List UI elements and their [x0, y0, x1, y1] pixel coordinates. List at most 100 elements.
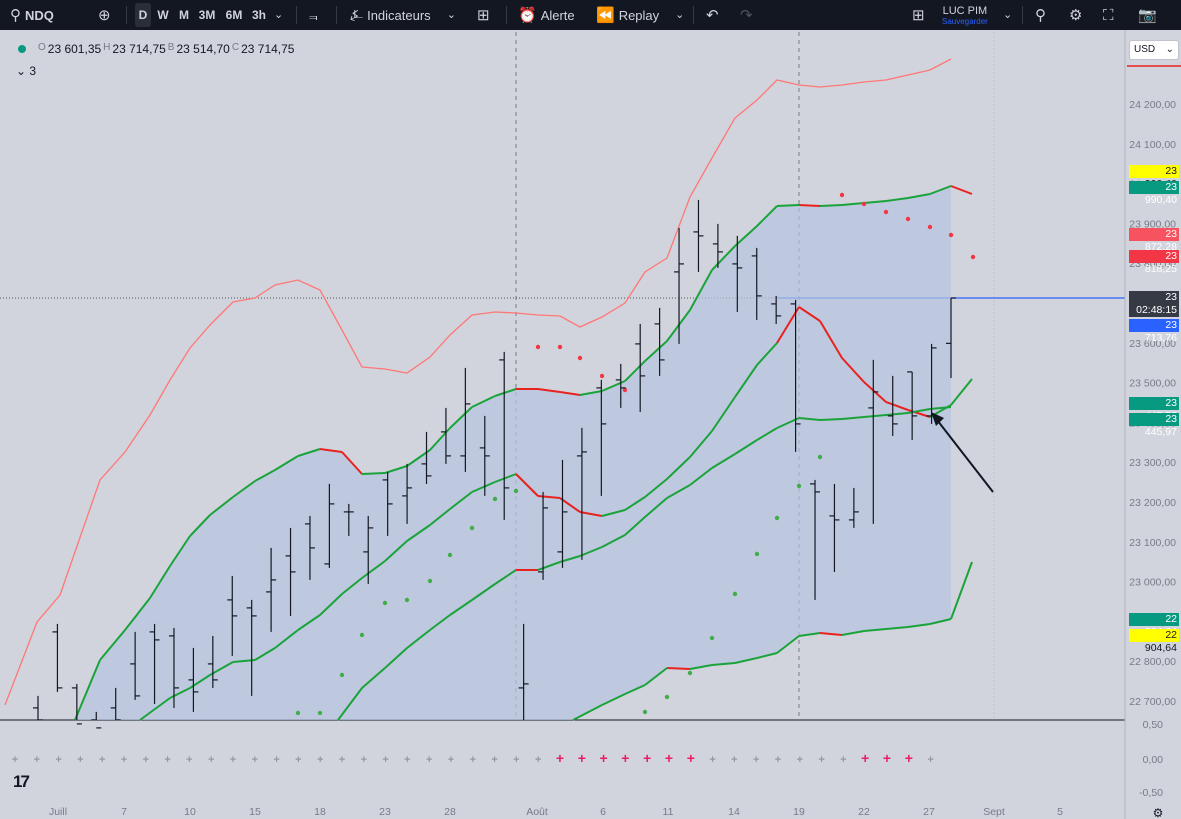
- upper-channel-line: [361, 472, 386, 475]
- chevron-down-icon: ⌄: [1003, 8, 1013, 21]
- currency-select[interactable]: USD ⌄: [1129, 40, 1179, 60]
- screenshot-button[interactable]: 📷: [1138, 0, 1157, 30]
- oscillator-marker: +: [361, 754, 367, 766]
- compare-button[interactable]: ⊕: [98, 0, 111, 30]
- toolbar-divider: [693, 6, 694, 24]
- layout-grid-button[interactable]: ⊞: [912, 0, 925, 30]
- oscillator-marker: +: [818, 754, 824, 766]
- oscillator-marker: +: [99, 754, 105, 766]
- layout-dropdown[interactable]: ⌄: [1003, 0, 1012, 30]
- osc-tick-label: 0,00: [1143, 754, 1164, 766]
- time-tick-label: 6: [600, 806, 606, 818]
- toolbar-divider: [296, 6, 297, 24]
- price-tick-label: 23 200,00: [1129, 497, 1176, 509]
- sar-dot-red: [535, 344, 541, 350]
- chevron-down-icon: ⌄: [1165, 44, 1174, 55]
- sar-dot-green: [709, 635, 715, 641]
- sar-dot-green: [796, 483, 802, 489]
- timeframe-3h[interactable]: 3h: [249, 0, 269, 30]
- indicators-collapse-toggle[interactable]: ⌄ 3: [16, 64, 36, 78]
- time-tick-label: 27: [923, 806, 935, 818]
- price-tick-label: 22 700,00: [1129, 696, 1176, 708]
- toolbar-divider: [336, 6, 337, 24]
- oscillator-marker: +: [491, 754, 497, 766]
- price-tag: 22 904,64: [1129, 629, 1179, 654]
- sar-dot-green: [469, 525, 475, 531]
- quick-search-button[interactable]: ⚲: [1035, 0, 1046, 30]
- sar-dot-red: [861, 201, 867, 207]
- price-tag: 23 714,75: [1129, 291, 1179, 316]
- price-tag: 02:48:15: [1129, 304, 1179, 317]
- currency-label: USD: [1134, 44, 1156, 55]
- sar-dot-green: [295, 710, 301, 716]
- oscillator-marker: +: [121, 754, 127, 766]
- replay-button[interactable]: ⏪ Replay ⌄: [596, 0, 684, 30]
- timeframe-dropdown[interactable]: ⌄: [274, 0, 283, 30]
- ohlc-legend: O 23 601,35 H 23 714,75 B 23 514,70 C 23 714…: [18, 42, 294, 56]
- layout-name: LUC PIM: [942, 4, 988, 17]
- sar-dot-green: [642, 709, 648, 715]
- search-icon: ⚲: [10, 6, 21, 24]
- oscillator-marker: +: [578, 750, 586, 766]
- rewind-icon: ⏪: [596, 6, 615, 24]
- time-tick-label: 22: [858, 806, 870, 818]
- indicators-label: Indicateurs: [367, 7, 431, 23]
- sar-dot-green: [427, 578, 433, 584]
- visibility-dot-icon[interactable]: [18, 45, 26, 53]
- layout-save[interactable]: LUC PIM Sauvegarder: [942, 0, 988, 30]
- price-tag: 23 872,28: [1129, 228, 1179, 253]
- timeframe-d[interactable]: D: [135, 3, 151, 27]
- low-value: 23 514,70: [176, 42, 230, 56]
- timeframe-6m[interactable]: 6M: [222, 0, 246, 30]
- oscillator-marker: +: [339, 754, 345, 766]
- oscillator-marker: +: [687, 750, 695, 766]
- oscillator-marker: +: [34, 754, 40, 766]
- templates-button[interactable]: ⊞: [477, 0, 490, 30]
- settings-button[interactable]: ⚙: [1069, 0, 1082, 30]
- oscillator-marker: +: [252, 754, 258, 766]
- symbol-label: NDQ: [25, 7, 54, 23]
- high-label: H: [103, 42, 111, 53]
- undo-icon: ↶: [706, 6, 719, 24]
- oscillator-marker: +: [404, 754, 410, 766]
- upper-channel-line: [776, 204, 800, 207]
- oscillator-marker: +: [164, 754, 170, 766]
- time-tick-label: 15: [249, 806, 261, 818]
- lower-channel-line: [819, 418, 843, 421]
- sar-dot-green: [492, 496, 498, 502]
- alert-button[interactable]: ⏰ Alerte: [518, 0, 575, 30]
- sar-dot-red: [599, 373, 605, 379]
- oscillator-marker: +: [513, 754, 519, 766]
- time-tick-label: Juill: [49, 806, 67, 818]
- open-value: 23 601,35: [47, 42, 102, 56]
- time-tick-label: Sept: [983, 806, 1005, 818]
- chevron-down-icon: ⌄: [274, 8, 284, 21]
- sar-dot-green: [382, 600, 388, 606]
- timeframe-w[interactable]: W: [155, 0, 171, 30]
- price-tick-label: 24 200,00: [1129, 99, 1176, 111]
- time-tick-label: 5: [1057, 806, 1063, 818]
- settings-gear-icon: ⚙: [1153, 806, 1164, 819]
- open-label: O: [38, 42, 46, 53]
- oscillator-marker: +: [621, 750, 629, 766]
- sar-dot-green: [404, 597, 410, 603]
- chart-type-button[interactable]: ⫬: [309, 0, 318, 30]
- upper-channel-line: [819, 204, 843, 207]
- sar-dot-green: [513, 488, 519, 494]
- timeframe-m[interactable]: M: [176, 0, 192, 30]
- oscillator-marker: +: [665, 750, 673, 766]
- indicators-button[interactable]: ⍼ Indicateurs ⌄: [350, 0, 456, 30]
- collapsed-count: 3: [29, 64, 37, 78]
- time-tick-label: 10: [184, 806, 196, 818]
- symbol-search[interactable]: ⚲ NDQ: [10, 0, 54, 30]
- close-value: 23 714,75: [241, 42, 295, 56]
- chart-canvas[interactable]: 24 200,0024 100,0024 000,0023 900,0023 8…: [0, 30, 1181, 819]
- gear-icon: ⚙: [1069, 6, 1083, 24]
- redo-button[interactable]: ↷: [740, 0, 753, 30]
- undo-button[interactable]: ↶: [706, 0, 719, 30]
- timeframe-3m[interactable]: 3M: [195, 0, 219, 30]
- bar-chart-icon: ⫬: [309, 6, 318, 24]
- oscillator-marker: +: [426, 754, 432, 766]
- sar-dot-green: [732, 591, 738, 597]
- fullscreen-button[interactable]: ⛶: [1103, 0, 1114, 30]
